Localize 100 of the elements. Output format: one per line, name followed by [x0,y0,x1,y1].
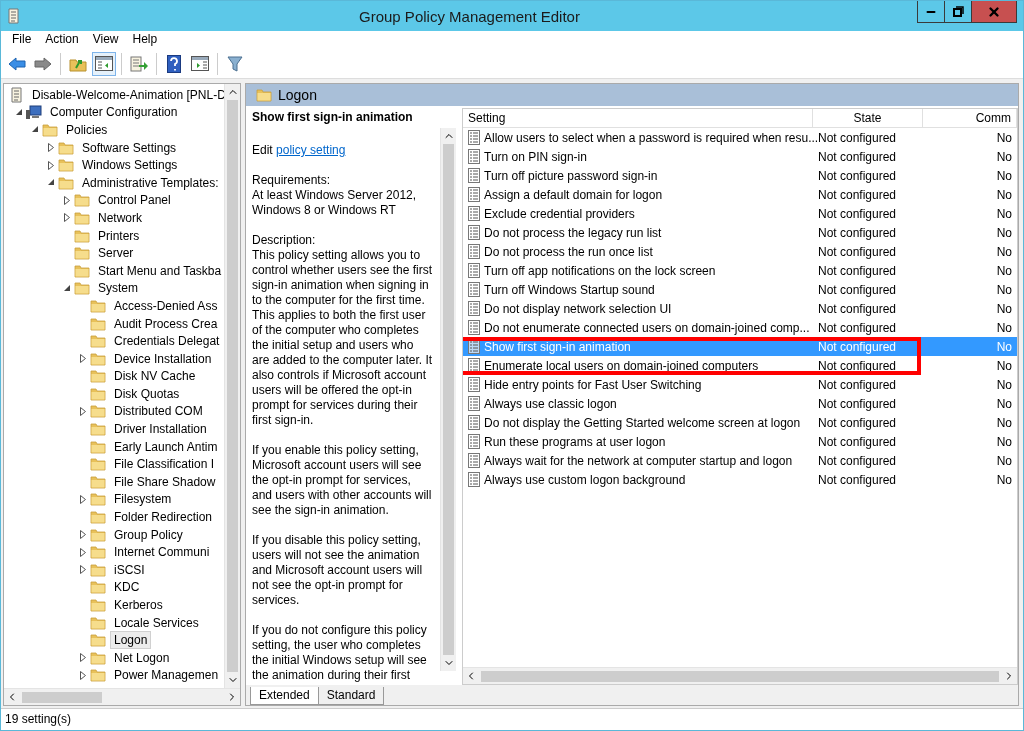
setting-row[interactable]: Do not process the run once list Not configured No [463,242,1017,261]
setting-name: Enumerate local users on domain-joined computers [484,358,759,373]
tree-item[interactable]: KDC [110,578,144,597]
setting-row[interactable]: Always wait for the network at computer startup and logon Not configured No [463,451,1017,470]
tree-item[interactable]: Folder Redirection [110,508,217,527]
setting-name: Always wait for the network at computer startup and logon [484,453,793,468]
tree-item[interactable]: iSCSI [110,560,149,579]
folder-icon [90,562,106,577]
setting-row[interactable]: Always use classic logon Not configured No [463,394,1017,413]
setting-name: Turn off picture password sign-in [484,168,658,183]
menu-item[interactable]: Help [125,31,165,49]
tree-item[interactable]: Network [94,208,146,227]
tree-item[interactable]: Power Managemen [110,666,223,685]
setting-row[interactable]: Allow users to select when a password is required when resu...Not configured No [463,128,1017,147]
tree-item[interactable]: Policies [62,121,112,139]
expanded-icon[interactable] [15,108,23,116]
comment-cell-text: No [995,282,1013,297]
tree-item[interactable]: Printers [94,226,144,245]
column-header[interactable]: Comm [923,109,1017,127]
setting-row[interactable]: Turn off picture password sign-in Not configured No [463,166,1017,185]
setting-name: Do not display network selection UI [484,301,672,316]
state-cell-text: Not configured [817,472,898,487]
policy-icon [468,225,480,240]
tree-item[interactable]: System [94,279,142,298]
tree-item[interactable]: Administrative Templates: [78,173,223,192]
setting-row[interactable]: Turn off Windows Startup sound Not configured No [463,280,1017,299]
policy-icon [468,130,480,145]
tree-item[interactable]: Audit Process Crea [110,314,222,333]
setting-row[interactable]: Exclude credential providers Not configured No [463,204,1017,223]
menu-item[interactable]: View [85,31,126,49]
description-text: If you disable this policy setting, users will not see the animation and Microsoft account users will not see the opt-in prompt for services. [252,533,424,608]
state-cell-text: Not configured [817,206,898,221]
expanded-icon[interactable] [63,284,71,292]
collapsed-icon[interactable] [80,494,86,504]
horizontal-scrollbar[interactable] [4,688,240,705]
setting-row[interactable]: Turn off app notifications on the lock screen Not configured No [463,261,1017,280]
state-cell-text: Not configured [817,187,898,202]
expanded-icon[interactable] [31,126,39,134]
minimize-button[interactable] [917,1,945,23]
setting-name: Do not process the run once list [484,244,653,259]
tree-item[interactable]: Driver Installation [110,420,211,439]
setting-row[interactable]: Run these programs at user logon Not configured No [463,432,1017,451]
toolbar-button[interactable] [92,51,116,76]
description-text: At least Windows Server 2012, Windows 8 or Windows RT [252,188,418,218]
tree-item[interactable]: Disk NV Cache [110,367,200,386]
setting-row[interactable]: Do not enumerate connected users on domain-joined comp... Not configured No [463,318,1017,337]
comment-cell-text: No [995,339,1013,354]
collapsed-icon[interactable] [80,354,86,364]
setting-name: Run these programs at user logon [484,434,666,449]
setting-row[interactable]: Enumerate local users on domain-joined computers Not configured No [463,356,1017,375]
setting-row[interactable]: Do not display network selection UI Not configured No [463,299,1017,318]
state-cell-text: Not configured [817,225,898,240]
view-tab[interactable]: Extended [250,687,319,705]
tree-item[interactable]: Software Settings [78,138,181,157]
tree-item[interactable]: Control Panel [94,191,175,210]
tree-item[interactable]: Early Launch Antim [110,437,222,456]
tree-item[interactable]: File Share Shadow [110,472,220,491]
folder-icon [90,351,106,366]
tree-item[interactable]: Group Policy [110,525,187,544]
setting-row[interactable]: Always use custom logon background Not configured No [463,470,1017,489]
setting-row[interactable]: Assign a default domain for logon Not configured No [463,185,1017,204]
tree-item[interactable]: Server [94,244,138,263]
tree-item[interactable]: Filesystem [110,490,176,509]
tree-item[interactable]: Start Menu and Taskba [94,261,224,280]
column-header[interactable]: State [813,109,923,127]
expanded-icon[interactable] [47,179,55,187]
tree-item[interactable]: Net Logon [110,648,174,667]
tree-item[interactable]: Kerberos [110,596,167,614]
tree-item[interactable]: Windows Settings [78,156,182,175]
close-button[interactable] [971,1,1017,23]
tree-item[interactable]: File Classification I [110,455,219,474]
scrollbar[interactable] [440,128,456,671]
tree-item[interactable]: Locale Services [110,613,203,632]
setting-row[interactable]: Do not process the legacy run list Not configured No [463,223,1017,242]
tree-item[interactable]: Internet Communi [110,543,214,562]
tree-item[interactable]: Access-Denied Ass [110,296,222,315]
setting-row[interactable]: Hide entry points for Fast User Switching Not configured No [463,375,1017,394]
state-cell-text: Not configured [817,358,898,373]
policy-setting-link[interactable]: policy setting [276,143,346,157]
tree-item[interactable]: Disk Quotas [110,384,184,403]
tree-item[interactable]: Distributed COM [110,402,207,421]
menu-item[interactable]: Action [38,31,86,49]
collapsed-icon[interactable] [80,407,86,416]
scrollbar[interactable] [224,84,240,688]
setting-row[interactable]: Turn on PIN sign-in Not configured No [463,147,1017,166]
tree-item[interactable]: Credentials Delegat [110,332,224,351]
tree-item[interactable]: Logon [110,631,152,650]
horizontal-scrollbar[interactable] [463,667,1017,684]
view-tab[interactable]: Standard [317,687,385,705]
setting-row[interactable]: Do not display the Getting Started welcome screen at logon Not configured No [463,413,1017,432]
tree-item[interactable]: Computer Configuration [46,103,182,122]
policy-icon [468,434,480,449]
menu-item[interactable]: File [5,31,39,49]
tree-item[interactable]: Device Installation [110,349,216,368]
folder-icon [90,527,106,542]
folder-icon [58,158,74,173]
setting-name: Do not enumerate connected users on domain-joined comp... [484,320,810,335]
comment-cell-text: No [995,377,1013,392]
column-header[interactable]: Setting [463,109,813,127]
description-text: Requirements: [252,173,332,188]
